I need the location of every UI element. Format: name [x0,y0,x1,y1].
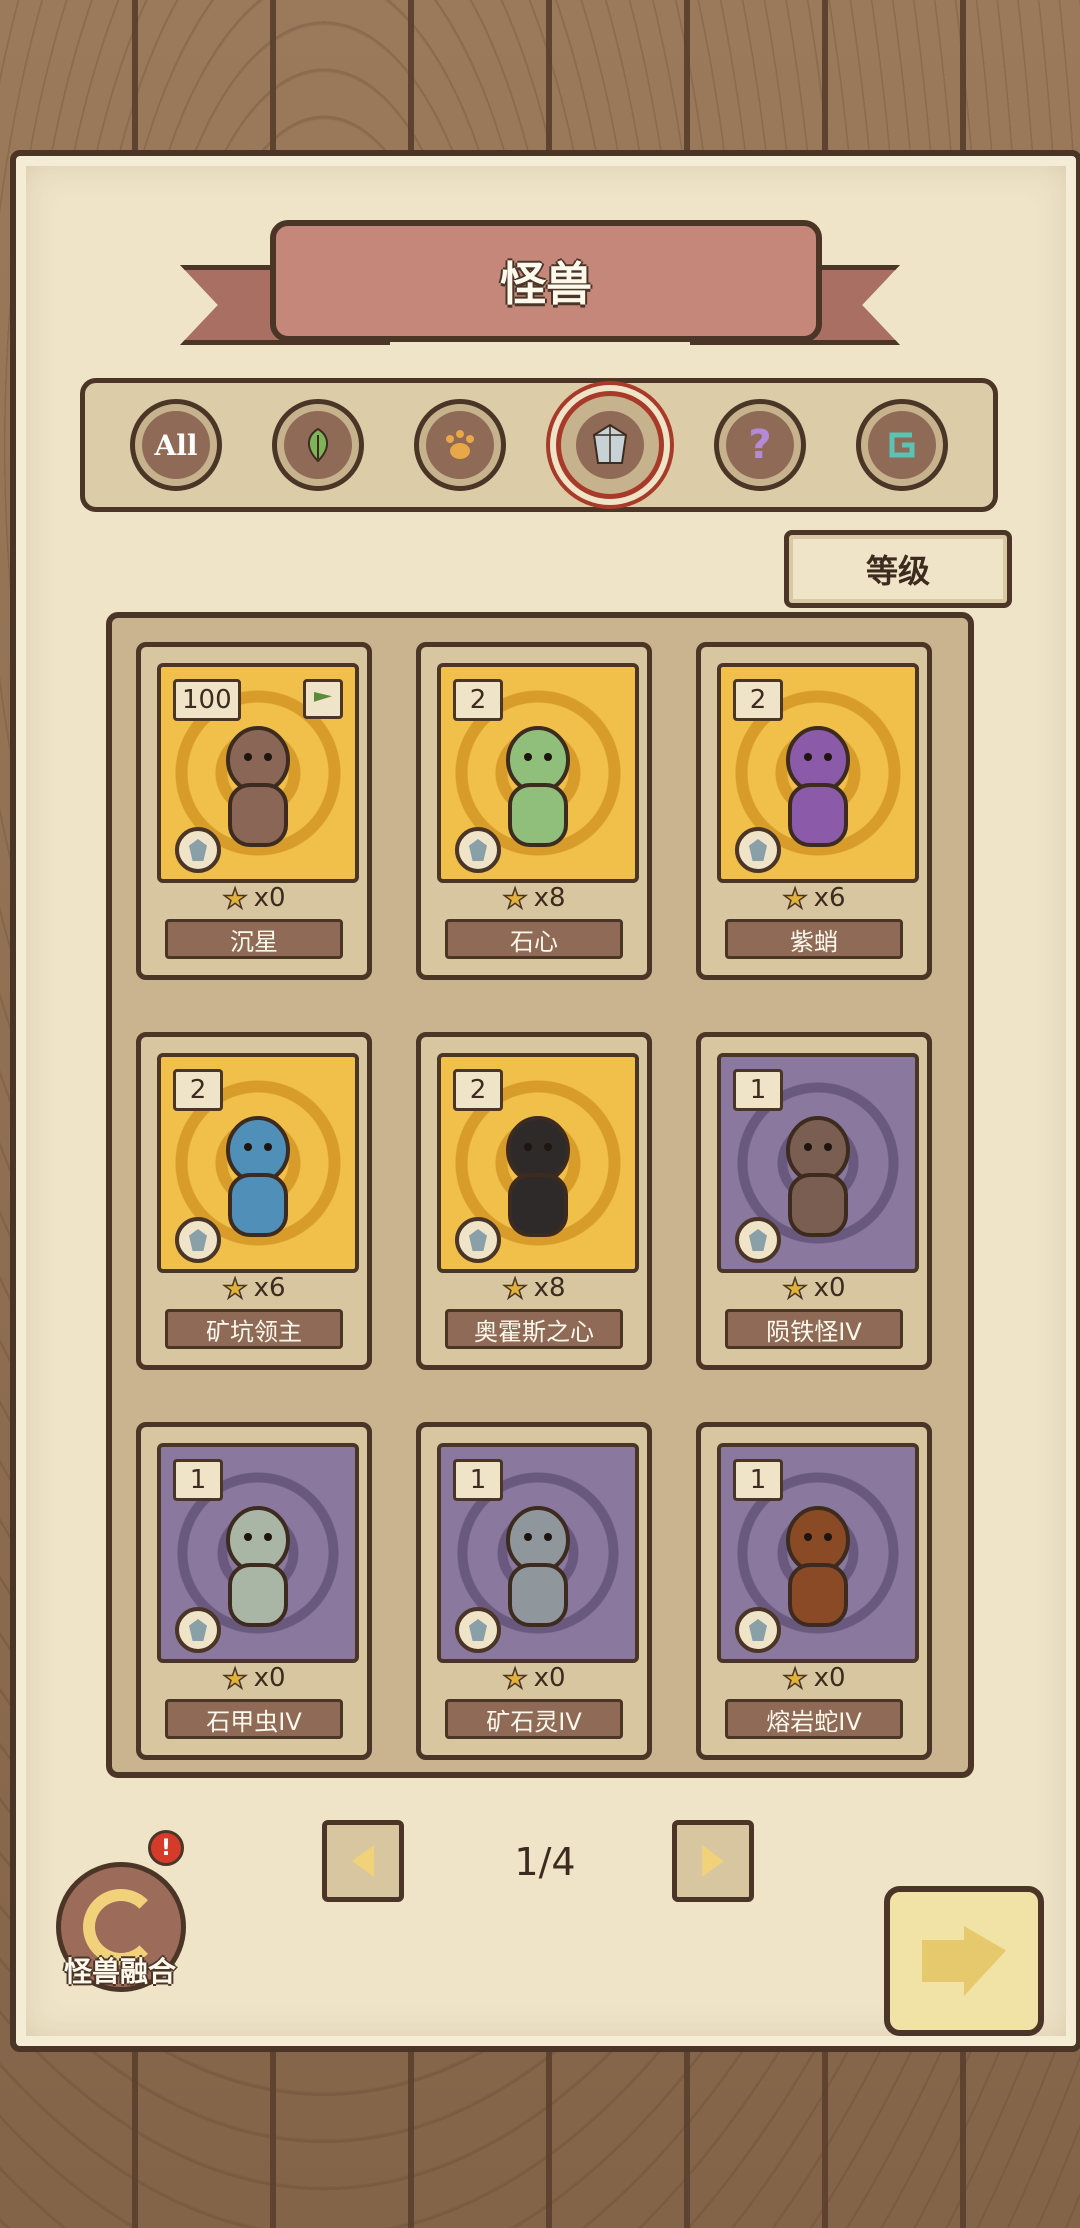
flag-icon [303,679,343,719]
monster-portrait: 100 [157,663,359,883]
star-count: ★ x8 [421,1271,647,1306]
monster-name: 石心 [445,919,623,959]
monster-portrait: 2 [437,1053,639,1273]
monster-name: 陨铁怪IV [725,1309,903,1349]
mineral-type-icon [455,1217,501,1263]
monster-card[interactable]: 1 ★ x0 陨铁怪IV [696,1032,932,1370]
star-count: ★ x8 [421,881,647,916]
filter-mineral-button[interactable] [556,391,664,499]
monster-portrait: 2 [157,1053,359,1273]
level-badge: 2 [453,1069,503,1111]
star-count-value: x0 [253,883,286,913]
next-page-button[interactable] [672,1820,754,1902]
star-count: ★ x0 [141,1661,367,1696]
monster-card[interactable]: 2 ★ x8 奥霍斯之心 [416,1032,652,1370]
star-count: ★ x0 [701,1661,927,1696]
filter-plant-button[interactable] [272,399,364,491]
monster-name: 石甲虫IV [165,1699,343,1739]
monster-card[interactable]: 100 ★ x0 沉星 [136,642,372,980]
filter-special-button[interactable] [856,399,948,491]
monster-portrait: 2 [717,663,919,883]
star-count-value: x6 [253,1273,286,1303]
category-filter-bar: All ? [80,378,998,512]
monster-name: 紫蛸 [725,919,903,959]
monster-card[interactable]: 1 ★ x0 矿石灵IV [416,1422,652,1760]
mineral-type-icon [175,827,221,873]
star-icon: ★ [222,1271,249,1306]
star-icon: ★ [782,1271,809,1306]
prev-page-button[interactable] [322,1820,404,1902]
crystal-icon [576,411,644,479]
monster-card[interactable]: 2 ★ x6 矿坑领主 [136,1032,372,1370]
mineral-type-icon [735,827,781,873]
arrow-left-icon [352,1845,374,1877]
star-count: ★ x0 [141,881,367,916]
mineral-type-icon [175,1217,221,1263]
arrow-right-icon [702,1845,724,1877]
star-count: ★ x6 [141,1271,367,1306]
swirl-rune-icon [868,411,936,479]
level-badge: 2 [453,679,503,721]
level-badge: 2 [733,679,783,721]
monster-card[interactable]: 1 ★ x0 石甲虫IV [136,1422,372,1760]
monster-card[interactable]: 1 ★ x0 熔岩蛇IV [696,1422,932,1760]
star-count: ★ x6 [701,881,927,916]
monster-portrait: 2 [437,663,639,883]
filter-beast-button[interactable] [414,399,506,491]
question-mark-icon: ? [726,411,794,479]
star-count-value: x6 [813,883,846,913]
star-icon: ★ [222,1661,249,1696]
star-count-value: x0 [253,1663,286,1693]
star-icon: ★ [502,1271,529,1306]
sort-by-level-button[interactable]: 等级 [784,530,1012,608]
notification-alert-icon: ! [148,1830,184,1866]
monster-name: 矿石灵IV [445,1699,623,1739]
back-arrow-icon [922,1926,1006,1996]
monster-fusion-label[interactable]: 怪兽融合 [30,1950,210,1990]
star-count-value: x8 [533,883,566,913]
star-icon: ★ [502,1661,529,1696]
level-badge: 1 [733,1069,783,1111]
paw-icon [426,411,494,479]
monster-name: 沉星 [165,919,343,959]
mineral-type-icon [735,1607,781,1653]
star-count: ★ x0 [701,1271,927,1306]
monster-portrait: 1 [437,1443,639,1663]
level-badge: 1 [733,1459,783,1501]
page-indicator: 1/4 [514,1840,576,1884]
monster-name: 奥霍斯之心 [445,1309,623,1349]
star-count-value: x8 [533,1273,566,1303]
mineral-type-icon [735,1217,781,1263]
mineral-type-icon [455,827,501,873]
monster-portrait: 1 [157,1443,359,1663]
filter-all-button[interactable]: All [130,399,222,491]
monster-card[interactable]: 2 ★ x8 石心 [416,642,652,980]
all-text-icon: All [142,411,210,479]
monster-portrait: 1 [717,1053,919,1273]
star-icon: ★ [222,881,249,916]
mineral-type-icon [175,1607,221,1653]
level-badge: 2 [173,1069,223,1111]
star-count: ★ x0 [421,1661,647,1696]
star-icon: ★ [782,1661,809,1696]
monster-name: 熔岩蛇IV [725,1699,903,1739]
filter-mystery-button[interactable]: ? [714,399,806,491]
star-icon: ★ [782,881,809,916]
monster-card[interactable]: 2 ★ x6 紫蛸 [696,642,932,980]
star-count-value: x0 [533,1663,566,1693]
monster-portrait: 1 [717,1443,919,1663]
star-count-value: x0 [813,1663,846,1693]
level-badge: 1 [453,1459,503,1501]
page-title: 怪兽 [500,257,592,311]
star-icon: ★ [502,881,529,916]
star-count-value: x0 [813,1273,846,1303]
title-ribbon: 怪兽 [180,210,900,360]
monster-name: 矿坑领主 [165,1309,343,1349]
level-badge: 1 [173,1459,223,1501]
level-badge: 100 [173,679,241,721]
back-button[interactable] [884,1886,1044,2036]
mineral-type-icon [455,1607,501,1653]
leaf-icon [284,411,352,479]
